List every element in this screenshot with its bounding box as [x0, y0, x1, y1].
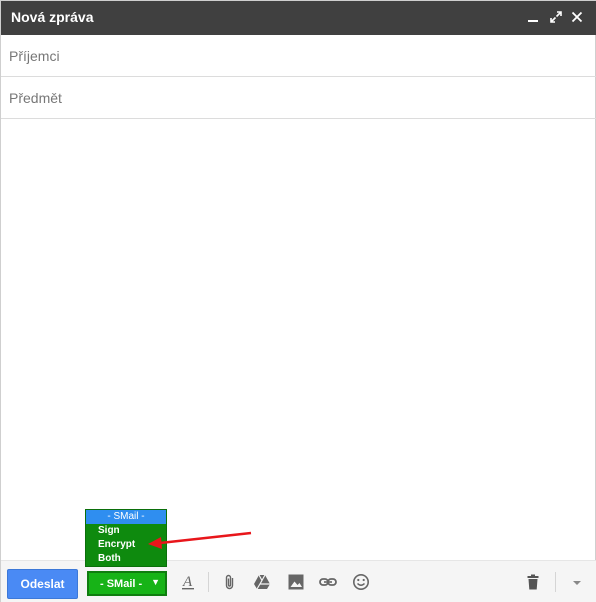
emoji-icon[interactable] [352, 573, 370, 591]
compose-titlebar: Nová zpráva [1, 1, 596, 35]
subject-input[interactable] [1, 77, 596, 118]
smail-option-encrypt[interactable]: Encrypt [86, 538, 166, 552]
smail-option-both[interactable]: Both [86, 552, 166, 566]
expand-icon[interactable] [548, 9, 564, 25]
more-options-icon[interactable] [568, 573, 586, 591]
recipients-row [1, 35, 596, 77]
link-icon[interactable] [319, 573, 337, 591]
smail-select-label: - SMail - [100, 578, 143, 590]
minimize-icon[interactable] [525, 9, 541, 25]
paperclip-icon[interactable] [221, 573, 239, 591]
smail-dropdown-menu: - SMail - Sign Encrypt Both [85, 509, 167, 567]
compose-title: Nová zpráva [11, 9, 94, 25]
subject-row [1, 77, 596, 119]
smail-select[interactable]: - SMail - ▼ [87, 571, 167, 596]
recipients-input[interactable] [1, 35, 596, 76]
drive-icon[interactable] [253, 573, 271, 591]
svg-text:A: A [182, 574, 193, 590]
toolbar-divider [208, 572, 209, 592]
send-button[interactable]: Odeslat [7, 569, 78, 599]
photo-icon[interactable] [287, 573, 305, 591]
smail-option-sign[interactable]: Sign [86, 524, 166, 538]
toolbar-divider [555, 572, 556, 592]
close-icon[interactable] [569, 9, 585, 25]
smail-option-none[interactable]: - SMail - [86, 510, 166, 524]
text-format-icon[interactable]: A [179, 573, 197, 591]
message-body[interactable] [1, 120, 596, 560]
trash-icon[interactable] [524, 573, 542, 591]
chevron-down-icon: ▼ [151, 577, 160, 587]
